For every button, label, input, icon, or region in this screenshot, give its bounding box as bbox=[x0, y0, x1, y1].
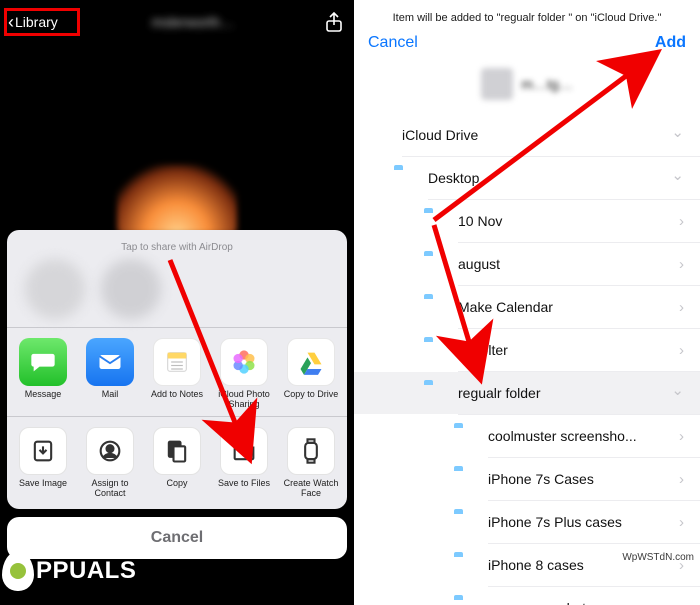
watermark-appuals: PPUALS bbox=[2, 551, 136, 591]
tree-iphone-7s-plus-cases[interactable]: iPhone 7s Plus cases bbox=[354, 501, 700, 543]
share-sheet: Tap to share with AirDrop Message bbox=[7, 230, 347, 597]
chevron-right-icon bbox=[673, 600, 690, 605]
folder-icon bbox=[220, 427, 268, 475]
share-app-icloud-photo[interactable]: iCloud Photo Sharing bbox=[214, 338, 274, 410]
folder-icon bbox=[454, 513, 476, 531]
tree-regualr-folder[interactable]: regualr folder bbox=[354, 372, 700, 414]
nav-bar: ‹ Library mslerworth… bbox=[0, 0, 354, 44]
share-app-mail[interactable]: Mail bbox=[80, 338, 140, 410]
attribution-text: WpWSTdN.com bbox=[622, 552, 694, 563]
action-save-image[interactable]: Save Image bbox=[13, 427, 73, 499]
nav-title: mslerworth… bbox=[152, 14, 234, 30]
folder-icon bbox=[454, 599, 476, 605]
chevron-right-icon bbox=[673, 428, 690, 445]
destination-hint: Item will be added to "regualr folder " … bbox=[368, 8, 686, 34]
folder-tree: iCloud Drive Desktop 10 Nov a bbox=[354, 114, 700, 605]
chevron-right-icon bbox=[673, 299, 690, 316]
folder-icon bbox=[424, 298, 446, 316]
share-app-notes[interactable]: Add to Notes bbox=[147, 338, 207, 410]
airdrop-hint: Tap to share with AirDrop bbox=[7, 238, 347, 259]
appuals-logo-icon bbox=[2, 551, 34, 591]
file-chip: m…tg… bbox=[368, 62, 686, 114]
share-icon bbox=[322, 10, 346, 34]
photo-preview bbox=[0, 44, 354, 234]
messages-icon bbox=[19, 338, 67, 386]
tree-iphone-8-cases[interactable]: iPhone 8 cases bbox=[354, 544, 700, 586]
folder-icon bbox=[424, 384, 446, 402]
save-image-icon bbox=[19, 427, 67, 475]
mail-icon bbox=[86, 338, 134, 386]
folder-icon bbox=[424, 255, 446, 273]
chevron-down-icon bbox=[665, 169, 690, 187]
share-button[interactable] bbox=[322, 10, 346, 34]
chevron-down-icon bbox=[665, 384, 690, 402]
copy-icon bbox=[153, 427, 201, 475]
files-save-dialog: Item will be added to "regualr folder " … bbox=[354, 0, 700, 605]
action-copy[interactable]: Copy bbox=[147, 427, 207, 499]
airdrop-contact[interactable] bbox=[25, 259, 85, 319]
chevron-right-icon bbox=[673, 471, 690, 488]
tree-new-screenshots[interactable]: new screenshots bbox=[354, 587, 700, 605]
cancel-button[interactable]: Cancel bbox=[368, 34, 418, 52]
photos-icon bbox=[220, 338, 268, 386]
icloud-icon bbox=[368, 126, 390, 144]
folder-icon bbox=[394, 169, 416, 187]
share-app-drive[interactable]: Copy to Drive bbox=[281, 338, 341, 410]
google-drive-icon bbox=[287, 338, 335, 386]
chevron-down-icon bbox=[665, 126, 690, 144]
notes-icon bbox=[153, 338, 201, 386]
tree-make-calendar[interactable]: Make Calendar bbox=[354, 286, 700, 328]
folder-icon bbox=[424, 341, 446, 359]
file-thumbnail bbox=[481, 68, 513, 100]
tree-new-folter[interactable]: w Folter bbox=[354, 329, 700, 371]
back-label: Library bbox=[15, 14, 58, 30]
tree-desktop[interactable]: Desktop bbox=[354, 157, 700, 199]
share-sheet-screenshot: ‹ Library mslerworth… Tap to share with … bbox=[0, 0, 354, 605]
chevron-left-icon: ‹ bbox=[8, 12, 14, 33]
share-app-message[interactable]: Message bbox=[13, 338, 73, 410]
tree-10-nov[interactable]: 10 Nov bbox=[354, 200, 700, 242]
airdrop-contact[interactable] bbox=[101, 259, 161, 319]
chevron-right-icon bbox=[673, 256, 690, 273]
tree-iphone-7s-cases[interactable]: iPhone 7s Cases bbox=[354, 458, 700, 500]
folder-icon bbox=[454, 470, 476, 488]
folder-icon bbox=[424, 212, 446, 230]
action-create-watch-face[interactable]: Create Watch Face bbox=[281, 427, 341, 499]
back-button[interactable]: ‹ Library bbox=[8, 10, 64, 35]
add-button[interactable]: Add bbox=[655, 34, 686, 52]
contact-icon bbox=[86, 427, 134, 475]
folder-icon bbox=[454, 556, 476, 574]
watch-icon bbox=[287, 427, 335, 475]
action-assign-contact[interactable]: Assign to Contact bbox=[80, 427, 140, 499]
chevron-right-icon bbox=[673, 213, 690, 230]
tree-august[interactable]: august bbox=[354, 243, 700, 285]
action-save-to-files[interactable]: Save to Files bbox=[214, 427, 274, 499]
tree-icloud-drive[interactable]: iCloud Drive bbox=[354, 114, 700, 156]
folder-icon bbox=[454, 427, 476, 445]
file-name: m…tg… bbox=[521, 76, 572, 92]
tree-coolmuster[interactable]: coolmuster screensho... bbox=[354, 415, 700, 457]
chevron-right-icon bbox=[673, 514, 690, 531]
chevron-right-icon bbox=[673, 342, 690, 359]
